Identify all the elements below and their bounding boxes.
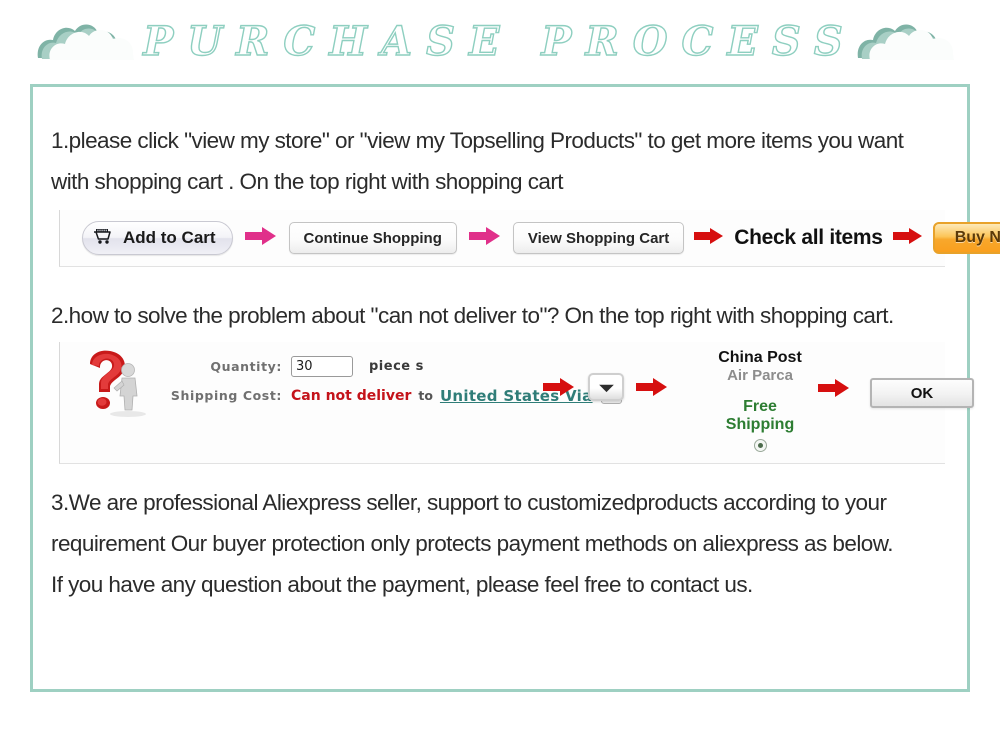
to-text: to bbox=[418, 388, 433, 403]
add-to-cart-label: Add to Cart bbox=[123, 228, 216, 247]
continue-shopping-label: Continue Shopping bbox=[303, 229, 442, 247]
check-all-items-label: Check all items bbox=[734, 226, 883, 249]
free-shipping-line-2: Shipping bbox=[725, 416, 795, 433]
arrow-right-pink-icon bbox=[244, 226, 277, 251]
arrow-right-pink-icon bbox=[468, 226, 501, 251]
arrow-right-red-icon bbox=[694, 227, 724, 250]
cloud-icon bbox=[854, 16, 966, 64]
quantity-input[interactable]: 30 bbox=[291, 356, 353, 377]
page-header: PURCHASE PROCESS bbox=[0, 0, 1000, 88]
buy-now-button[interactable]: Buy Now bbox=[932, 222, 1000, 254]
cart-flow-screenshot: Add to Cart Continue Shopping View Shopp… bbox=[59, 210, 1000, 267]
add-to-cart-button[interactable]: Add to Cart bbox=[82, 221, 233, 255]
step-3-text: 3.We are professional Aliexpress seller,… bbox=[51, 482, 893, 605]
quantity-unit-label: piece s bbox=[369, 359, 424, 374]
arrow-right-red-icon bbox=[543, 377, 575, 402]
view-shopping-cart-button[interactable]: View Shopping Cart bbox=[512, 222, 685, 254]
buy-now-label: Buy Now bbox=[954, 229, 1000, 246]
step-3-line-1: 3.We are professional Aliexpress seller,… bbox=[51, 490, 887, 515]
page-title: PURCHASE PROCESS bbox=[143, 17, 857, 65]
shipping-flow-screenshot: Quantity: 30 piece s Shipping Cost: Can … bbox=[59, 342, 974, 464]
step-2-text: 2.how to solve the problem about "can no… bbox=[51, 295, 894, 336]
arrow-right-red-icon bbox=[892, 227, 923, 250]
step-3-line-3: If you have any question about the payme… bbox=[51, 572, 753, 597]
ok-button[interactable]: OK bbox=[870, 378, 974, 408]
cannot-deliver-text: Can not deliver bbox=[291, 387, 412, 404]
content-frame: 1.please click "view my store" or "view … bbox=[30, 84, 1000, 692]
shipping-cost-label: Shipping Cost: bbox=[170, 388, 282, 403]
step-1-text: 1.please click "view my store" or "view … bbox=[51, 120, 904, 202]
step-1-line-1: 1.please click "view my store" or "view … bbox=[51, 128, 904, 153]
free-shipping-line-1: Free bbox=[743, 398, 777, 415]
continue-shopping-button[interactable]: Continue Shopping bbox=[288, 222, 457, 254]
arrow-right-red-icon bbox=[818, 378, 850, 403]
step-1-line-2: with shopping cart . On the top right wi… bbox=[51, 169, 564, 194]
carrier-info: China Post Air Parca Free Shipping bbox=[685, 348, 835, 452]
shopping-cart-icon bbox=[93, 227, 115, 250]
view-shopping-cart-label: View Shopping Cart bbox=[527, 229, 670, 247]
radio-selected-icon[interactable] bbox=[753, 439, 767, 452]
cart-flow-row: Add to Cart Continue Shopping View Shopp… bbox=[82, 217, 1000, 259]
free-shipping-label: Free Shipping bbox=[685, 398, 835, 434]
step-3-line-2: requirement Our buyer protection only pr… bbox=[51, 531, 893, 556]
arrow-right-red-icon bbox=[636, 377, 668, 402]
purchase-process-page: PURCHASE PROCESS 1.please click "view my… bbox=[0, 0, 1000, 729]
chevron-down-icon[interactable] bbox=[588, 373, 624, 401]
ok-label: OK bbox=[910, 384, 934, 402]
carrier-service: Air Parca bbox=[727, 367, 793, 384]
question-mark-icon bbox=[72, 348, 164, 420]
carrier-name: China Post bbox=[718, 349, 802, 366]
quantity-label: Quantity: bbox=[210, 359, 282, 374]
step-2-line-1: 2.how to solve the problem about "can no… bbox=[51, 303, 894, 328]
